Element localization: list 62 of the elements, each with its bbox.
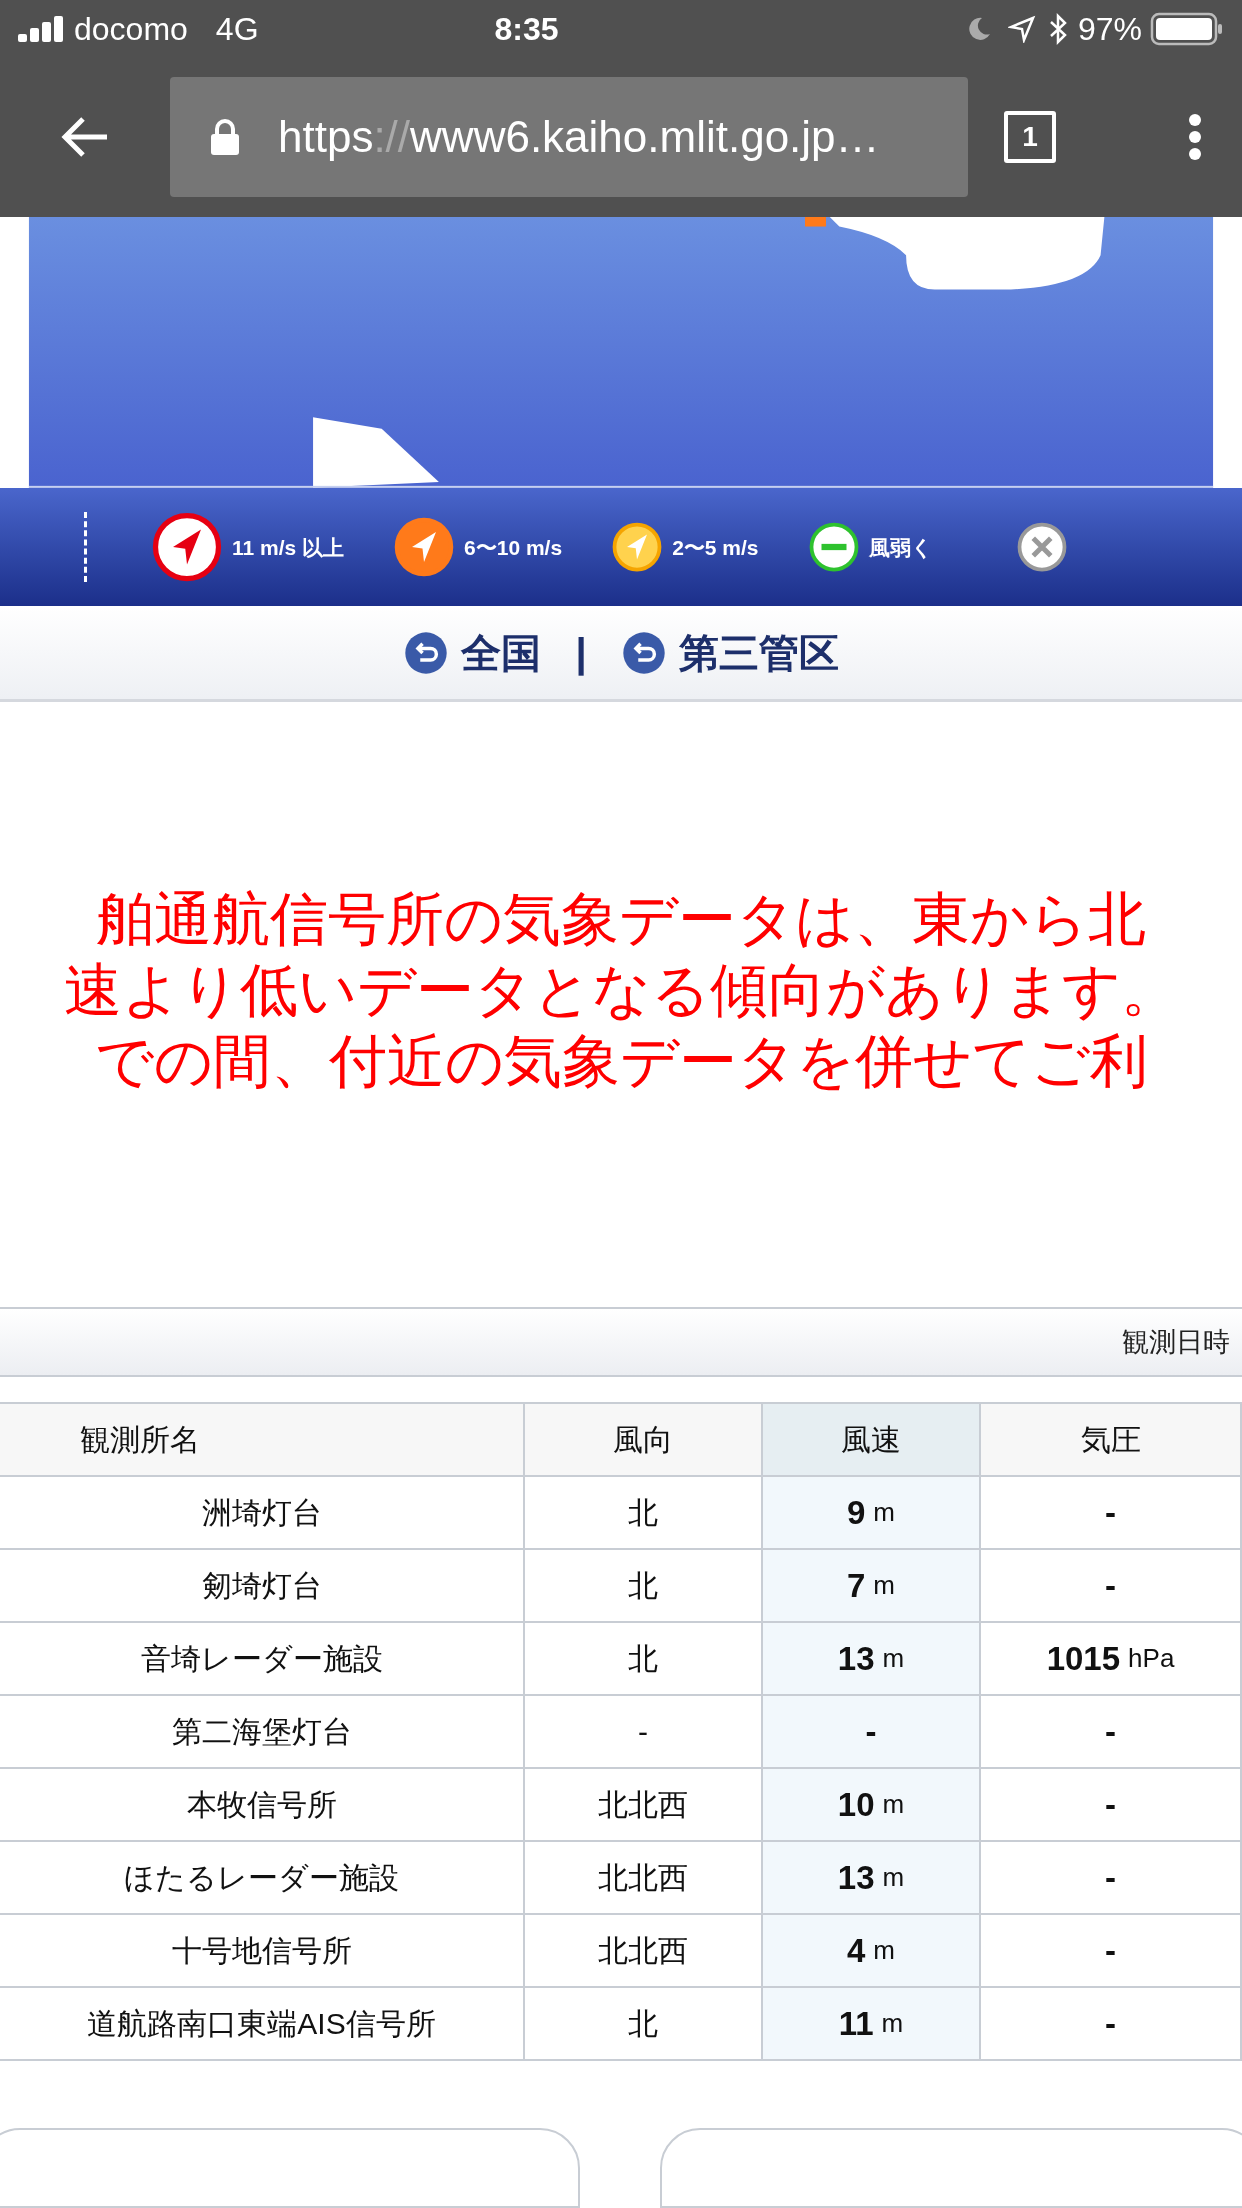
wind-speed-cell: 13 m — [763, 1623, 981, 1697]
pressure-cell: - — [981, 1915, 1242, 1989]
pressure-cell: - — [981, 1842, 1242, 1916]
wind-speed-cell: - — [763, 1696, 981, 1770]
cross-circle-icon — [1016, 522, 1067, 573]
pressure-cell: - — [981, 1696, 1242, 1770]
column-header: 観測所名 — [0, 1404, 525, 1478]
column-header: 風速 — [763, 1404, 981, 1478]
wind-direction-cell: - — [525, 1696, 763, 1770]
wind-speed-cell: 9 m — [763, 1477, 981, 1551]
url-field[interactable]: https://www6.kaiho.mlit.go.jp… — [170, 77, 968, 198]
page-button[interactable] — [0, 2128, 580, 2208]
pressure-cell: 1015 hPa — [981, 1623, 1242, 1697]
lock-icon — [210, 118, 240, 157]
pressure-cell: - — [981, 1769, 1242, 1843]
legend-label: 11 m/s 以上 — [232, 534, 345, 561]
wind-speed-cell: 13 m — [763, 1842, 981, 1916]
observation-datetime-label: 観測日時 — [1122, 1325, 1230, 1359]
location-arrow-icon — [1007, 14, 1036, 43]
legend-label: 2〜5 m/s — [672, 534, 759, 561]
wind-direction-cell: 北北西 — [525, 1915, 763, 1989]
wind-speed-cell: 7 m — [763, 1550, 981, 1624]
station-name-cell: 本牧信号所 — [0, 1769, 525, 1843]
wind-speed-cell: 11 m — [763, 1988, 981, 2062]
battery-percent: 97% — [1077, 9, 1142, 49]
pressure-cell: - — [981, 1988, 1242, 2062]
wind-direction-cell: 北北西 — [525, 1842, 763, 1916]
wind-speed-cell: 4 m — [763, 1915, 981, 1989]
column-header: 気圧 — [981, 1404, 1242, 1478]
notice-text: 舶通航信号所の気象データは、東から北 — [96, 884, 1146, 953]
network-type: 4G — [215, 9, 259, 49]
legend-label: 風弱く — [868, 534, 933, 561]
wind-direction-cell: 北 — [525, 1550, 763, 1624]
minus-circle-icon — [808, 522, 859, 573]
station-name-cell: 第二海堡灯台 — [0, 1696, 525, 1770]
wind-speed-cell: 10 m — [763, 1769, 981, 1843]
legend-label: 6〜10 m/s — [464, 534, 563, 561]
wind-direction-cell: 北 — [525, 1623, 763, 1697]
station-name-cell: 十号地信号所 — [0, 1915, 525, 1989]
station-name-cell: 洲埼灯台 — [0, 1477, 525, 1551]
station-name-cell: 音埼レーダー施設 — [0, 1623, 525, 1697]
wind-direction-cell: 北北西 — [525, 1769, 763, 1843]
region-link[interactable]: 第三管区 — [620, 622, 839, 683]
pressure-cell: - — [981, 1550, 1242, 1624]
column-header: 風向 — [525, 1404, 763, 1478]
carrier-name: docomo — [74, 9, 188, 49]
notice-text: 速より低いデータとなる傾向があります。 — [63, 955, 1179, 1024]
battery-icon — [1150, 11, 1224, 46]
pressure-cell: - — [981, 1477, 1242, 1551]
nav-separator: | — [575, 629, 587, 678]
url-text: https://www6.kaiho.mlit.go.jp… — [278, 111, 880, 164]
nationwide-link[interactable]: 全国 — [403, 622, 542, 683]
station-name-cell: 剱埼灯台 — [0, 1550, 525, 1624]
wind-direction-cell: 北 — [525, 1988, 763, 2062]
tab-count-button[interactable]: 1 — [1004, 111, 1056, 164]
station-name-cell: 道航路南口東端AIS信号所 — [0, 1988, 525, 2062]
wind-direction-cell: 北 — [525, 1477, 763, 1551]
page-button[interactable] — [660, 2128, 1242, 2208]
notice-text: での間、付近の気象データを併せてご利 — [94, 1026, 1148, 1095]
menu-icon[interactable] — [1188, 113, 1202, 162]
station-name-cell: ほたるレーダー施設 — [0, 1842, 525, 1916]
clock-time: 8:35 — [494, 9, 559, 49]
